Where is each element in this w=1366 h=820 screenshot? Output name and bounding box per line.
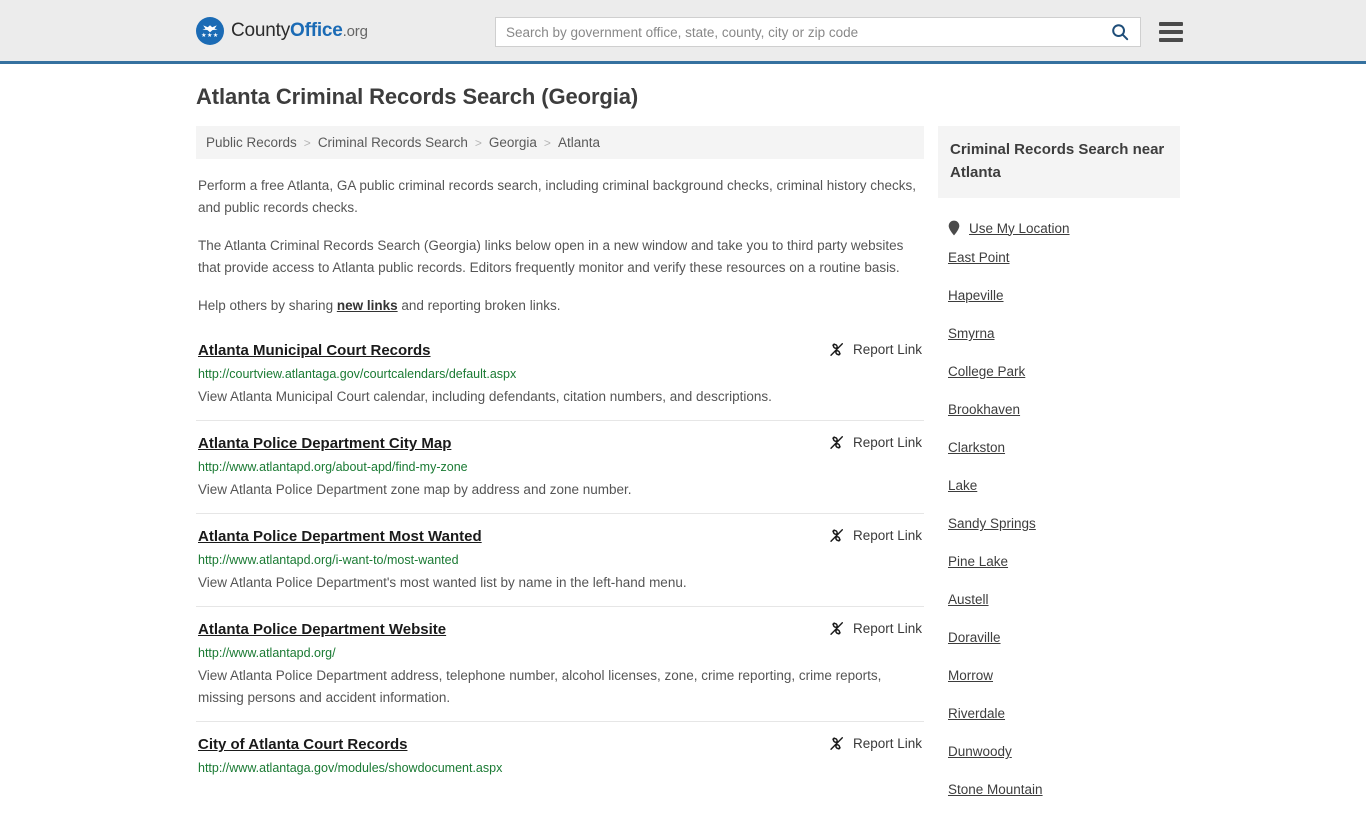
city-link-college-park[interactable]: College Park <box>948 364 1180 380</box>
search-icon <box>1112 24 1129 41</box>
result-description: View Atlanta Police Department's most wa… <box>198 575 687 590</box>
city-link-sandy-springs[interactable]: Sandy Springs <box>948 516 1180 532</box>
intro-paragraph-3: Help others by sharing new links and rep… <box>198 295 922 317</box>
breadcrumb-separator: > <box>543 135 551 150</box>
search-area <box>495 17 1183 47</box>
breadcrumb-item-public-records[interactable]: Public Records <box>206 135 297 150</box>
report-link-button[interactable]: Report Link <box>810 434 922 451</box>
city-link-brookhaven[interactable]: Brookhaven <box>948 402 1180 418</box>
broken-link-icon <box>830 622 843 636</box>
result-item: Atlanta Police Department Most Wanted Re… <box>196 527 924 607</box>
intro-paragraph-2: The Atlanta Criminal Records Search (Geo… <box>198 238 904 275</box>
result-item: Atlanta Police Department Website Report… <box>196 620 924 722</box>
broken-link-icon <box>830 737 843 751</box>
result-header: Atlanta Police Department City Map Repor… <box>198 434 922 454</box>
breadcrumb: Public Records > Criminal Records Search… <box>196 126 924 159</box>
logo-text-part1: County <box>231 19 291 41</box>
report-link-button[interactable]: Report Link <box>810 341 922 358</box>
result-item: City of Atlanta Court Records Report Lin… <box>196 735 924 792</box>
result-item: Atlanta Municipal Court Records Report L… <box>196 341 924 421</box>
breadcrumb-item-atlanta[interactable]: Atlanta <box>558 135 600 150</box>
city-link-dunwoody[interactable]: Dunwoody <box>948 744 1180 760</box>
result-description: View Atlanta Police Department zone map … <box>198 482 632 497</box>
result-header: City of Atlanta Court Records Report Lin… <box>198 735 922 755</box>
search-box <box>495 17 1141 47</box>
intro-p3-before: Help others by sharing <box>198 298 337 313</box>
result-url[interactable]: http://www.atlantaga.gov/modules/showdoc… <box>198 760 922 777</box>
city-link-lake[interactable]: Lake <box>948 478 1180 494</box>
result-title[interactable]: Atlanta Police Department Most Wanted <box>198 527 482 547</box>
result-title[interactable]: Atlanta Police Department Website <box>198 620 446 640</box>
nearby-city-list: East Point Hapeville Smyrna College Park… <box>938 250 1180 798</box>
result-url[interactable]: http://www.atlantapd.org/ <box>198 645 922 662</box>
map-pin-icon <box>948 220 960 236</box>
logo-text-part2: Office <box>290 19 343 41</box>
result-title[interactable]: Atlanta Police Department City Map <box>198 434 451 454</box>
breadcrumb-separator: > <box>303 135 311 150</box>
city-link-morrow[interactable]: Morrow <box>948 668 1180 684</box>
report-link-label: Report Link <box>852 435 922 450</box>
breadcrumb-item-criminal-records-search[interactable]: Criminal Records Search <box>318 135 468 150</box>
intro-p3-after: and reporting broken links. <box>397 298 561 313</box>
report-link-label: Report Link <box>852 736 922 751</box>
result-header: Atlanta Police Department Most Wanted Re… <box>198 527 922 547</box>
report-link-label: Report Link <box>852 528 922 543</box>
city-link-austell[interactable]: Austell <box>948 592 1180 608</box>
result-list: Atlanta Municipal Court Records Report L… <box>196 341 924 792</box>
report-link-button[interactable]: Report Link <box>810 620 922 637</box>
intro-text: Perform a free Atlanta, GA public crimin… <box>196 175 924 317</box>
hamburger-bar <box>1159 22 1183 26</box>
use-my-location-label: Use My Location <box>969 220 1070 236</box>
use-my-location-button[interactable]: Use My Location <box>938 220 1180 236</box>
eagle-seal-icon: ★★★ <box>196 16 224 45</box>
page-title: Atlanta Criminal Records Search (Georgia… <box>196 84 639 109</box>
city-link-stone-mountain[interactable]: Stone Mountain <box>948 782 1180 798</box>
page-container: Atlanta Criminal Records Search (Georgia… <box>0 64 1366 820</box>
result-item: Atlanta Police Department City Map Repor… <box>196 434 924 514</box>
city-link-east-point[interactable]: East Point <box>948 250 1180 266</box>
result-url[interactable]: http://www.atlantapd.org/i-want-to/most-… <box>198 552 922 569</box>
main-column: Public Records > Criminal Records Search… <box>196 126 924 820</box>
sidebar-heading: Criminal Records Search near Atlanta <box>938 126 1180 198</box>
city-link-hapeville[interactable]: Hapeville <box>948 288 1180 304</box>
report-link-button[interactable]: Report Link <box>810 527 922 544</box>
site-logo[interactable]: ★★★ CountyOffice.org <box>196 16 368 45</box>
broken-link-icon <box>830 529 843 543</box>
hamburger-bar <box>1159 38 1183 42</box>
city-link-riverdale[interactable]: Riverdale <box>948 706 1180 722</box>
search-button[interactable] <box>1100 18 1140 46</box>
breadcrumb-item-georgia[interactable]: Georgia <box>489 135 537 150</box>
result-header: Atlanta Municipal Court Records Report L… <box>198 341 922 361</box>
city-link-doraville[interactable]: Doraville <box>948 630 1180 646</box>
result-description: View Atlanta Municipal Court calendar, i… <box>198 389 772 404</box>
logo-text-part3: .org <box>342 22 368 40</box>
stars-glyph: ★★★ <box>201 32 219 39</box>
hamburger-menu-icon[interactable] <box>1159 22 1183 42</box>
intro-paragraph-1: Perform a free Atlanta, GA public crimin… <box>198 178 917 215</box>
result-description: View Atlanta Police Department address, … <box>198 668 882 705</box>
content-columns: Public Records > Criminal Records Search… <box>196 126 1180 820</box>
hamburger-bar <box>1159 30 1183 34</box>
broken-link-icon <box>830 436 843 450</box>
sidebar: Criminal Records Search near Atlanta Use… <box>938 126 1180 820</box>
breadcrumb-separator: > <box>474 135 482 150</box>
result-url[interactable]: http://courtview.atlantaga.gov/courtcale… <box>198 366 922 383</box>
report-link-label: Report Link <box>852 621 922 636</box>
result-url[interactable]: http://www.atlantapd.org/about-apd/find-… <box>198 459 922 476</box>
result-header: Atlanta Police Department Website Report… <box>198 620 922 640</box>
logo-text: CountyOffice.org <box>231 20 368 42</box>
city-link-smyrna[interactable]: Smyrna <box>948 326 1180 342</box>
city-link-clarkston[interactable]: Clarkston <box>948 440 1180 456</box>
city-link-pine-lake[interactable]: Pine Lake <box>948 554 1180 570</box>
report-link-button[interactable]: Report Link <box>810 735 922 752</box>
result-title[interactable]: Atlanta Municipal Court Records <box>198 341 431 361</box>
site-header: ★★★ CountyOffice.org <box>0 0 1366 64</box>
report-link-label: Report Link <box>852 342 922 357</box>
broken-link-icon <box>830 343 843 357</box>
result-title[interactable]: City of Atlanta Court Records <box>198 735 407 755</box>
search-input[interactable] <box>496 18 1100 46</box>
new-links-link[interactable]: new links <box>337 298 398 313</box>
